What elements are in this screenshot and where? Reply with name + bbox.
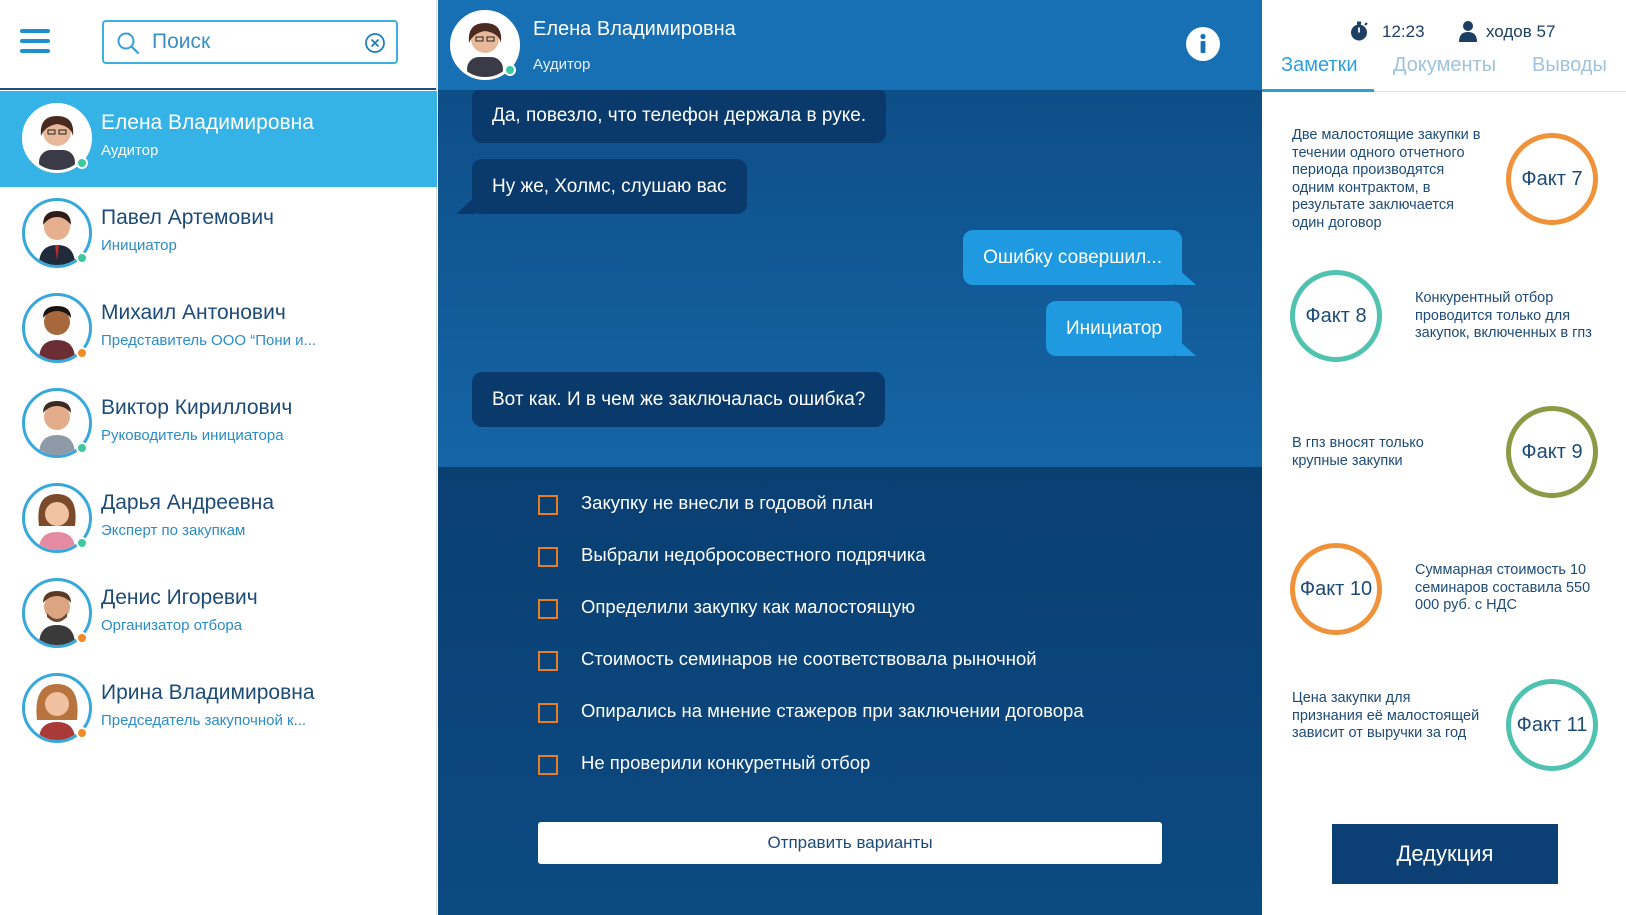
online-status-dot	[76, 252, 88, 264]
deduction-button[interactable]: Дедукция	[1332, 824, 1558, 884]
online-status-dot	[76, 537, 88, 549]
checkbox[interactable]	[538, 599, 558, 619]
fact-text: Цена закупки для признания её малостояще…	[1292, 690, 1480, 741]
option-label: Выбрали недобросовестного подрячика	[581, 544, 926, 565]
search-icon	[117, 32, 140, 55]
contact-role: Инициатор	[101, 237, 177, 254]
online-status-dot	[504, 64, 516, 76]
tab-notes[interactable]: Заметки	[1281, 54, 1358, 77]
fact-text: Суммарная стоимость 10 семинаров состави…	[1415, 562, 1591, 613]
contact-item-irina[interactable]: Ирина Владимировна Председатель закупочн…	[0, 661, 437, 757]
checkbox[interactable]	[538, 703, 558, 723]
notes-panel: 12:23 ходов 57 Заметки Документы Выводы …	[1262, 0, 1626, 915]
contact-name: Дарья Андреевна	[101, 491, 275, 514]
contact-name: Ирина Владимировна	[101, 681, 315, 704]
active-tab-indicator	[1262, 89, 1374, 92]
contact-item-daria[interactable]: Дарья Андреевна Эксперт по закупкам	[0, 471, 437, 567]
time-display: 12:23	[1382, 22, 1425, 41]
option-label: Не проверили конкуретный отбор	[581, 752, 871, 773]
info-icon[interactable]	[1186, 27, 1220, 61]
message-bubble-incoming: Ну же, Холмс, слушаю вас	[456, 159, 747, 214]
fact-circle[interactable]: Факт 11	[1506, 679, 1598, 771]
chat-header: Елена Владимировна Аудитор	[438, 0, 1262, 90]
contact-item-viktor[interactable]: Виктор Кириллович Руководитель инициатор…	[0, 376, 437, 472]
contact-item-denis[interactable]: Денис Игоревич Организатор отбора	[0, 566, 437, 662]
contact-name: Виктор Кириллович	[101, 396, 293, 419]
checkbox[interactable]	[538, 651, 558, 671]
option-label: Стоимость семинаров не соответствовала р…	[581, 648, 1037, 669]
message-bubble-incoming: Да, повезло, что телефон держала в руке.	[472, 90, 887, 143]
option-label: Опирались на мнение стажеров при заключе…	[581, 700, 1084, 721]
away-status-dot	[76, 347, 88, 359]
search-input[interactable]	[152, 28, 352, 56]
fact-circle[interactable]: Факт 8	[1290, 270, 1382, 362]
contact-role: Эксперт по закупкам	[101, 522, 246, 539]
online-status-dot	[76, 157, 88, 169]
submit-options-button[interactable]: Отправить варианты	[538, 822, 1162, 864]
contact-item-pavel[interactable]: Павел Артемович Инициатор	[0, 186, 437, 282]
away-status-dot	[76, 727, 88, 739]
message-bubble-outgoing: Инициатор	[1045, 301, 1197, 356]
chat-contact-role: Аудитор	[533, 56, 591, 73]
contact-item-elena[interactable]: Елена Владимировна Аудитор	[0, 91, 437, 187]
message-bubble-outgoing: Ошибку совершил...	[963, 230, 1196, 285]
search-box[interactable]	[102, 20, 398, 64]
panel-tabs: Заметки Документы Выводы	[1262, 50, 1626, 92]
checkbox[interactable]	[538, 755, 558, 775]
stopwatch-icon	[1351, 21, 1368, 41]
contact-name: Елена Владимировна	[101, 111, 314, 134]
online-status-dot	[76, 442, 88, 454]
contact-role: Председатель закупочной к...	[101, 712, 307, 729]
fact-text: В гпз вносят только крупные закупки	[1292, 435, 1424, 469]
tab-documents[interactable]: Документы	[1393, 54, 1496, 77]
user-icon	[1459, 21, 1477, 42]
menu-icon[interactable]	[20, 29, 50, 55]
tab-conclusions[interactable]: Выводы	[1532, 54, 1607, 77]
contact-role: Представитель ООО “Пони и...	[101, 332, 317, 349]
contact-role: Организатор отбора	[101, 617, 243, 634]
game-stats: 12:23 ходов 57	[1262, 18, 1626, 44]
clear-search-icon[interactable]	[364, 32, 386, 54]
away-status-dot	[76, 632, 88, 644]
checkbox[interactable]	[538, 495, 558, 515]
fact-text: Конкурентный отбор проводится только для…	[1415, 290, 1592, 341]
fact-circle[interactable]: Факт 9	[1506, 406, 1598, 498]
contact-name: Денис Игоревич	[101, 586, 258, 609]
contact-name: Павел Артемович	[101, 206, 274, 229]
message-list: Да, повезло, что телефон держала в руке.…	[438, 90, 1262, 467]
contact-role: Аудитор	[101, 142, 159, 159]
contact-name: Михаил Антонович	[101, 301, 286, 324]
checkbox[interactable]	[538, 547, 558, 567]
contact-item-mikhail[interactable]: Михаил Антонович Представитель ООО “Пони…	[0, 281, 437, 377]
chat-panel: Елена Владимировна Аудитор Да, повезло, …	[438, 0, 1262, 915]
chat-contact-name: Елена Владимировна	[533, 18, 736, 40]
fact-circle[interactable]: Факт 10	[1290, 543, 1382, 635]
contacts-sidebar: Елена Владимировна Аудитор Павел Артемов…	[0, 0, 437, 915]
option-label: Закупку не внесли в годовой план	[581, 492, 874, 513]
option-label: Определили закупку как малостоящую	[581, 596, 916, 617]
contact-role: Руководитель инициатора	[101, 427, 284, 444]
answer-options-panel: Закупку не внесли в годовой план Выбрали…	[438, 467, 1262, 915]
fact-text: Две малостоящие закупки в течении одного…	[1292, 127, 1481, 231]
message-bubble-incoming: Вот как. И в чем же заключалась ошибка?	[472, 372, 886, 427]
fact-circle[interactable]: Факт 7	[1506, 133, 1598, 225]
sidebar-header	[0, 0, 436, 90]
moves-counter: ходов 57	[1486, 22, 1556, 41]
